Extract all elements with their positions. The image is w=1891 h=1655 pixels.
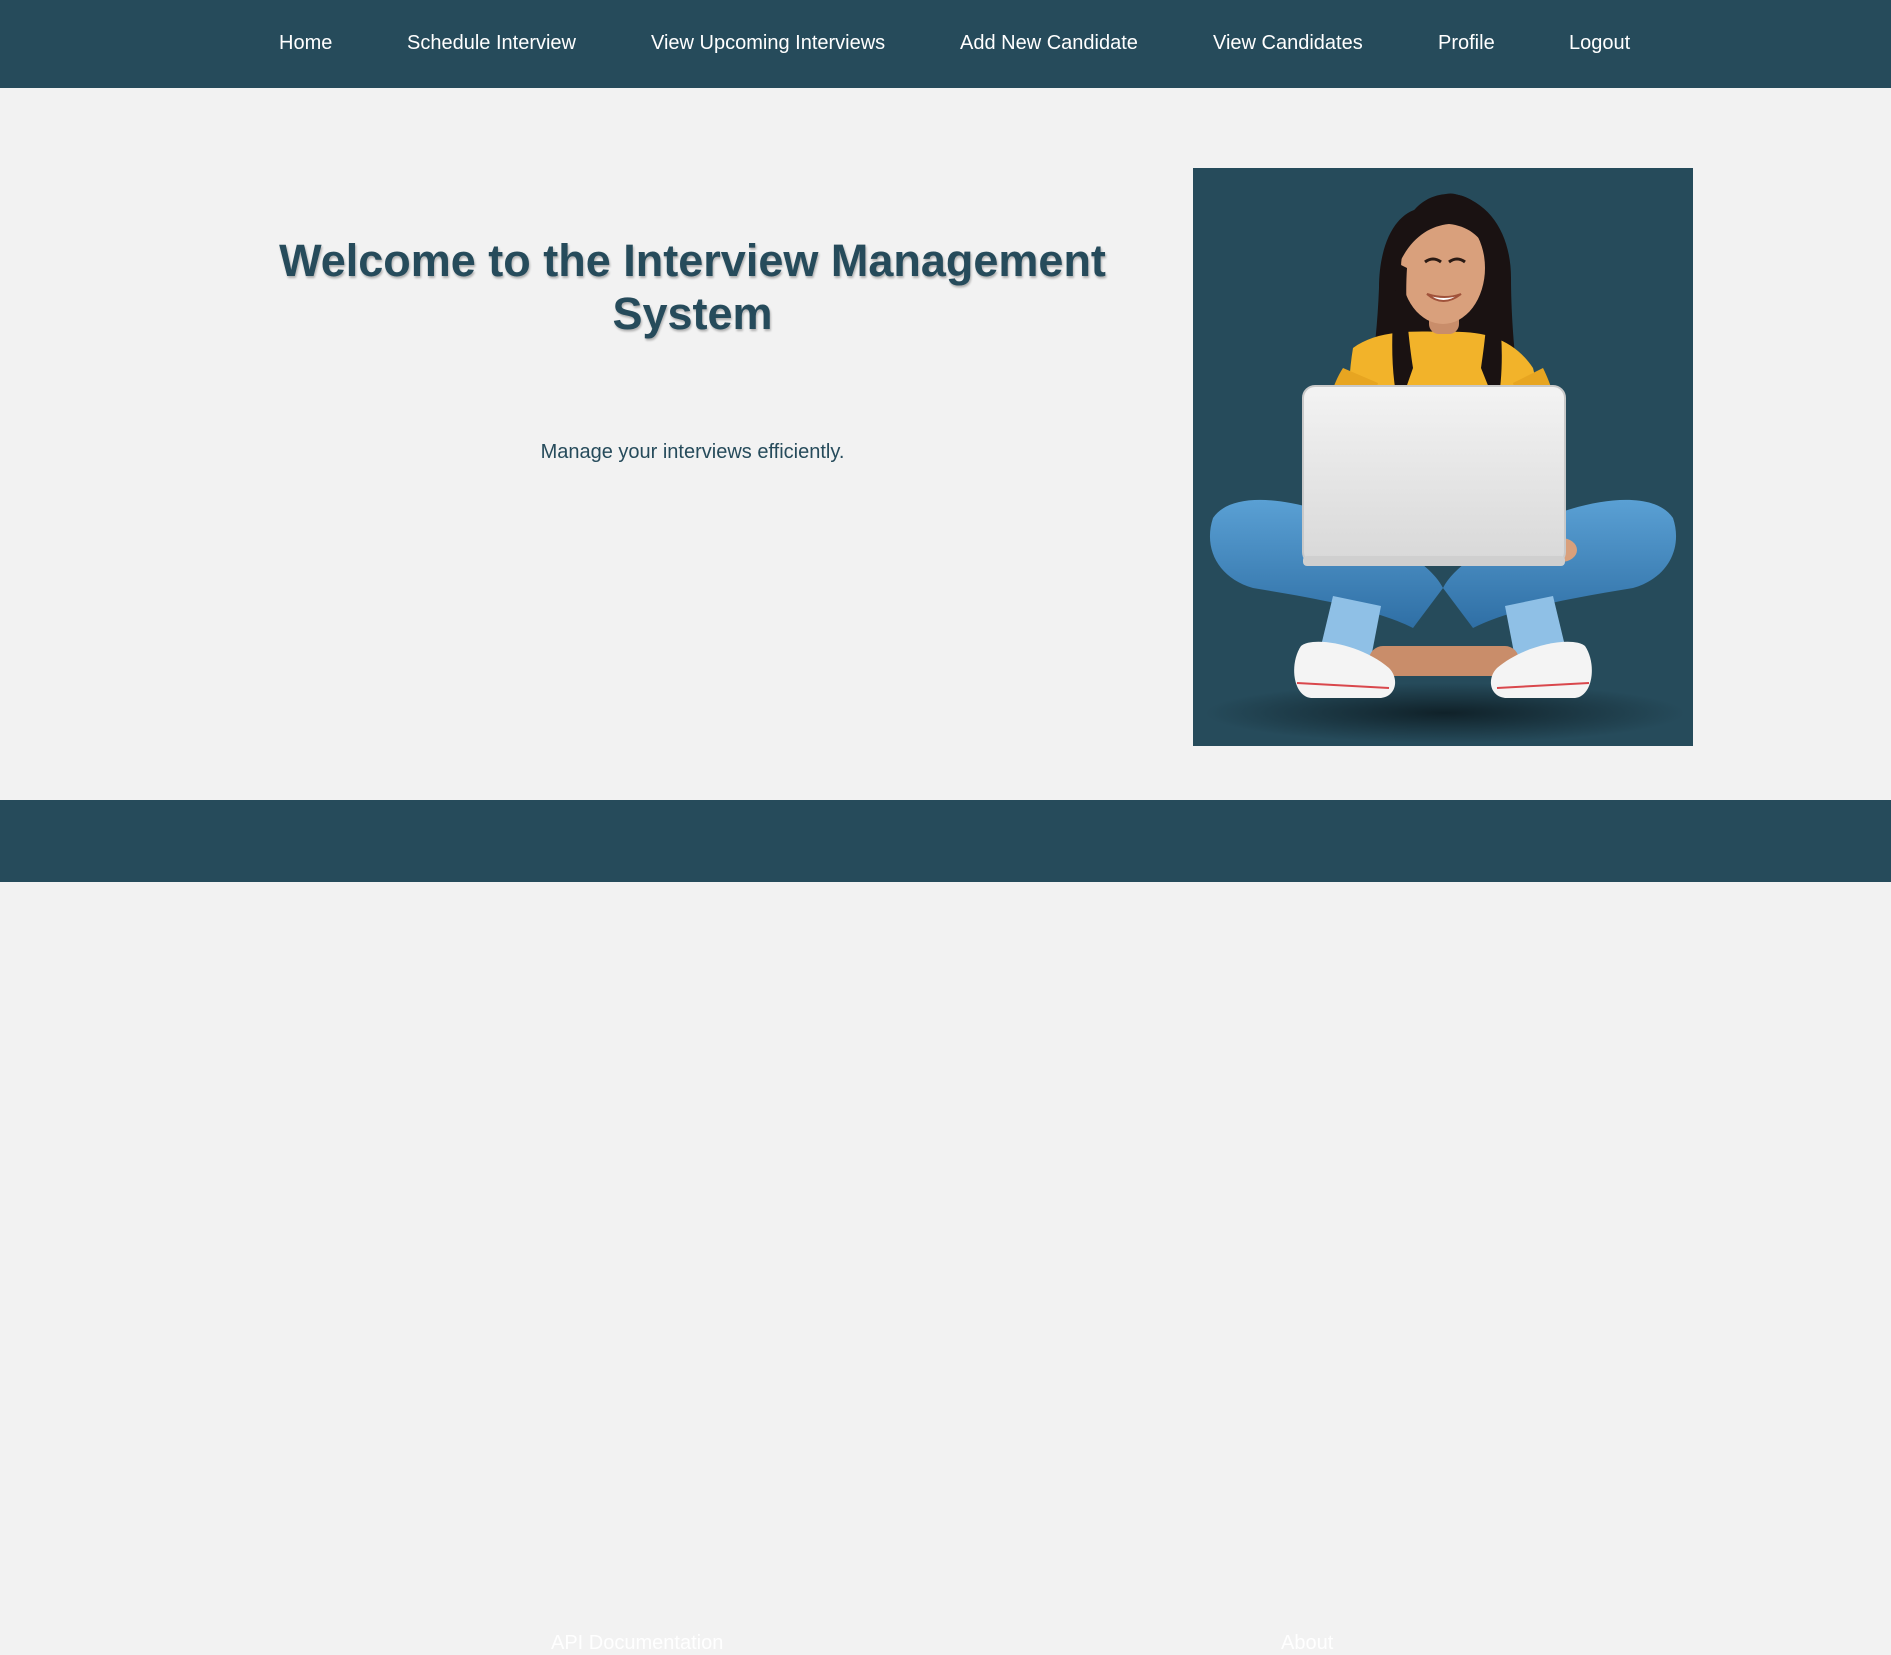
- footer: API Documentation About: [0, 800, 1891, 1654]
- nav-schedule-interview[interactable]: Schedule Interview: [407, 31, 576, 55]
- footer-link-api-documentation[interactable]: API Documentation: [551, 1631, 723, 1655]
- nav-profile[interactable]: Profile: [1438, 31, 1495, 55]
- nav-add-new-candidate[interactable]: Add New Candidate: [960, 31, 1138, 55]
- top-navigation-bar: Home Schedule Interview View Upcoming In…: [0, 0, 1891, 88]
- woman-with-laptop-illustration: [1205, 193, 1685, 743]
- nav-home[interactable]: Home: [279, 31, 332, 55]
- nav-logout[interactable]: Logout: [1569, 31, 1630, 55]
- page-title: Welcome to the Interview Management Syst…: [279, 235, 1106, 339]
- nav-view-candidates[interactable]: View Candidates: [1213, 31, 1363, 55]
- footer-link-about[interactable]: About: [1281, 1631, 1333, 1655]
- page-subtitle: Manage your interviews efficiently.: [540, 441, 845, 463]
- hero-image: [1193, 168, 1693, 746]
- nav-view-upcoming-interviews[interactable]: View Upcoming Interviews: [651, 31, 885, 55]
